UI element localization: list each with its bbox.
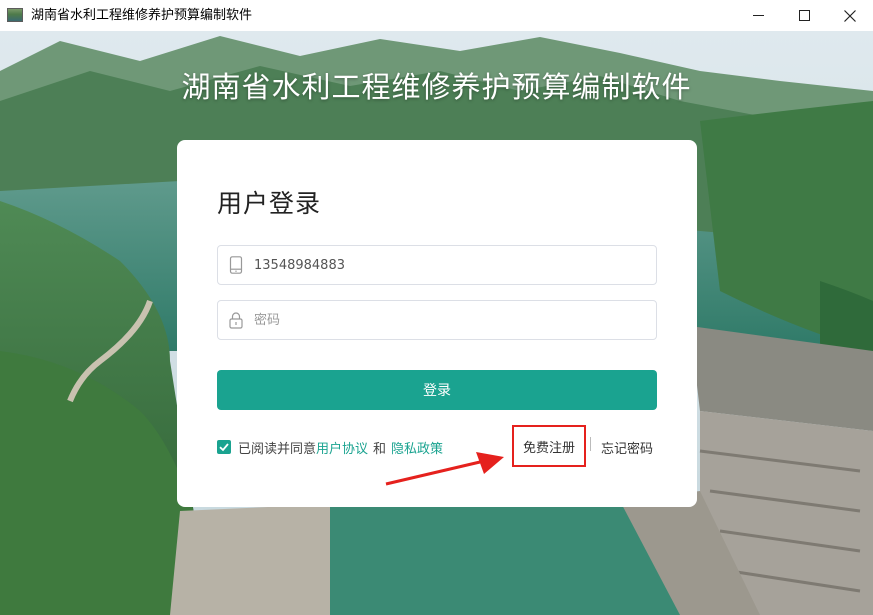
login-heading: 用户登录 (217, 189, 322, 218)
password-field (217, 300, 657, 340)
close-icon (844, 9, 856, 22)
minimize-icon (752, 15, 764, 16)
agreement-prefix: 已阅读并同意 (238, 441, 317, 457)
annotation-arrow (385, 452, 504, 486)
maximize-icon (798, 10, 810, 21)
checkmark-icon (219, 443, 229, 452)
forgot-password-link[interactable]: 忘记密码 (601, 438, 653, 457)
password-input[interactable] (254, 301, 644, 339)
phone-icon (229, 256, 243, 274)
lock-icon (229, 312, 243, 329)
phone-input[interactable] (254, 246, 644, 284)
link-divider (590, 437, 591, 451)
maximize-button[interactable] (781, 0, 827, 31)
minimize-button[interactable] (735, 0, 781, 31)
user-agreement-link[interactable]: 用户协议 (316, 438, 368, 457)
close-button[interactable] (827, 0, 873, 31)
window-title: 湖南省水利工程维修养护预算编制软件 (31, 8, 253, 23)
hero-title: 湖南省水利工程维修养护预算编制软件 (181, 70, 692, 104)
agreement-checkbox[interactable] (217, 440, 231, 454)
login-button[interactable]: 登录 (217, 370, 657, 410)
phone-field (217, 245, 657, 285)
app-icon (7, 8, 23, 22)
register-link[interactable]: 免费注册 (512, 425, 586, 467)
title-bar: 湖南省水利工程维修养护预算编制软件 (0, 0, 873, 31)
